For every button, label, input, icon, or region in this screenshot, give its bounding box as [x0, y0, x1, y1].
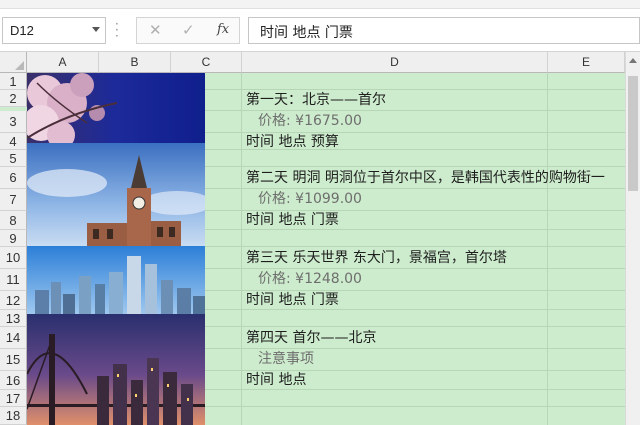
column-header-d[interactable]: D	[242, 52, 548, 73]
city-skyline-photo[interactable]	[27, 246, 205, 314]
bridge-night-photo[interactable]	[27, 314, 205, 425]
name-box-value: D12	[10, 23, 34, 38]
cell-d12[interactable]: 时间 地点 门票	[246, 292, 339, 309]
row-header-7[interactable]: 7	[0, 189, 27, 211]
cancel-icon[interactable]: ✕	[149, 21, 162, 39]
row-header-6[interactable]: 6	[0, 167, 27, 189]
row-header-17[interactable]: 17	[0, 390, 27, 407]
select-all-triangle-icon	[15, 61, 24, 70]
cell-d3[interactable]: 价格: ¥1675.00	[258, 113, 362, 130]
chevron-down-icon[interactable]	[92, 27, 100, 32]
cell-d7[interactable]: 价格: ¥1099.00	[258, 191, 362, 208]
worksheet-grid[interactable]: A B C D E 1 2 3 4 5 6 7 8 9 10 11 12 13 …	[0, 52, 640, 425]
row-header-9[interactable]: 9	[0, 230, 27, 247]
cell-d11[interactable]: 价格: ¥1248.00	[258, 271, 362, 288]
cell-d14[interactable]: 第四天 首尔——北京	[246, 330, 376, 347]
select-all-button[interactable]	[0, 52, 27, 73]
name-box[interactable]: D12	[2, 17, 106, 44]
cell-d10[interactable]: 第三天 乐天世界 东大门，景福宫，首尔塔	[246, 250, 507, 267]
row-header-3[interactable]: 3	[0, 111, 27, 133]
formula-tools: ✕ ✓ fx	[136, 17, 240, 44]
row-header-14[interactable]: 14	[0, 327, 27, 349]
cell-d6[interactable]: 第二天 明洞 明洞位于首尔中区，是韩国代表性的购物街一	[246, 170, 605, 187]
row-header-5[interactable]: 5	[0, 150, 27, 167]
cell-d15[interactable]: 注意事项	[258, 351, 314, 368]
row-header-8[interactable]: 8	[0, 211, 27, 230]
formula-input[interactable]: 时间 地点 门票	[248, 17, 640, 44]
gridline	[547, 73, 548, 425]
row-header-1[interactable]: 1	[0, 73, 27, 90]
row-header-16[interactable]: 16	[0, 371, 27, 390]
insert-function-icon[interactable]: fx	[217, 22, 229, 37]
row-header-12[interactable]: 12	[0, 291, 27, 310]
row-header-4[interactable]: 4	[0, 133, 27, 150]
row-header-2[interactable]: 2	[0, 90, 27, 107]
row-header-13[interactable]: 13	[0, 310, 27, 327]
column-header-e[interactable]: E	[548, 52, 625, 73]
formula-input-text: 时间 地点 门票	[260, 25, 353, 41]
row-header-15[interactable]: 15	[0, 349, 27, 371]
scrollbar-thumb[interactable]	[628, 76, 638, 191]
gridline	[241, 73, 242, 425]
row-header-10[interactable]: 10	[0, 247, 27, 269]
cell-d2[interactable]: 第一天：北京——首尔	[246, 92, 386, 109]
clock-tower-photo[interactable]	[27, 143, 205, 246]
more-vertical-icon[interactable]: · · ·	[115, 18, 119, 42]
row-header-18[interactable]: 18	[0, 407, 27, 425]
formula-bar: D12 · · · ✕ ✓ fx 时间 地点 门票	[0, 9, 640, 52]
cell-d16[interactable]: 时间 地点	[246, 372, 306, 389]
scroll-up-icon[interactable]	[629, 58, 637, 63]
vertical-scrollbar[interactable]	[625, 52, 640, 425]
column-header-a[interactable]: A	[27, 52, 99, 73]
column-header-b[interactable]: B	[99, 52, 171, 73]
column-header-c[interactable]: C	[171, 52, 242, 73]
cell-d4[interactable]: 时间 地点 预算	[246, 134, 339, 151]
row-header-11[interactable]: 11	[0, 269, 27, 291]
enter-icon[interactable]: ✓	[182, 21, 195, 39]
cell-d8[interactable]: 时间 地点 门票	[246, 212, 339, 229]
cherry-blossom-photo[interactable]	[27, 73, 205, 143]
window-top-strip	[0, 0, 640, 9]
